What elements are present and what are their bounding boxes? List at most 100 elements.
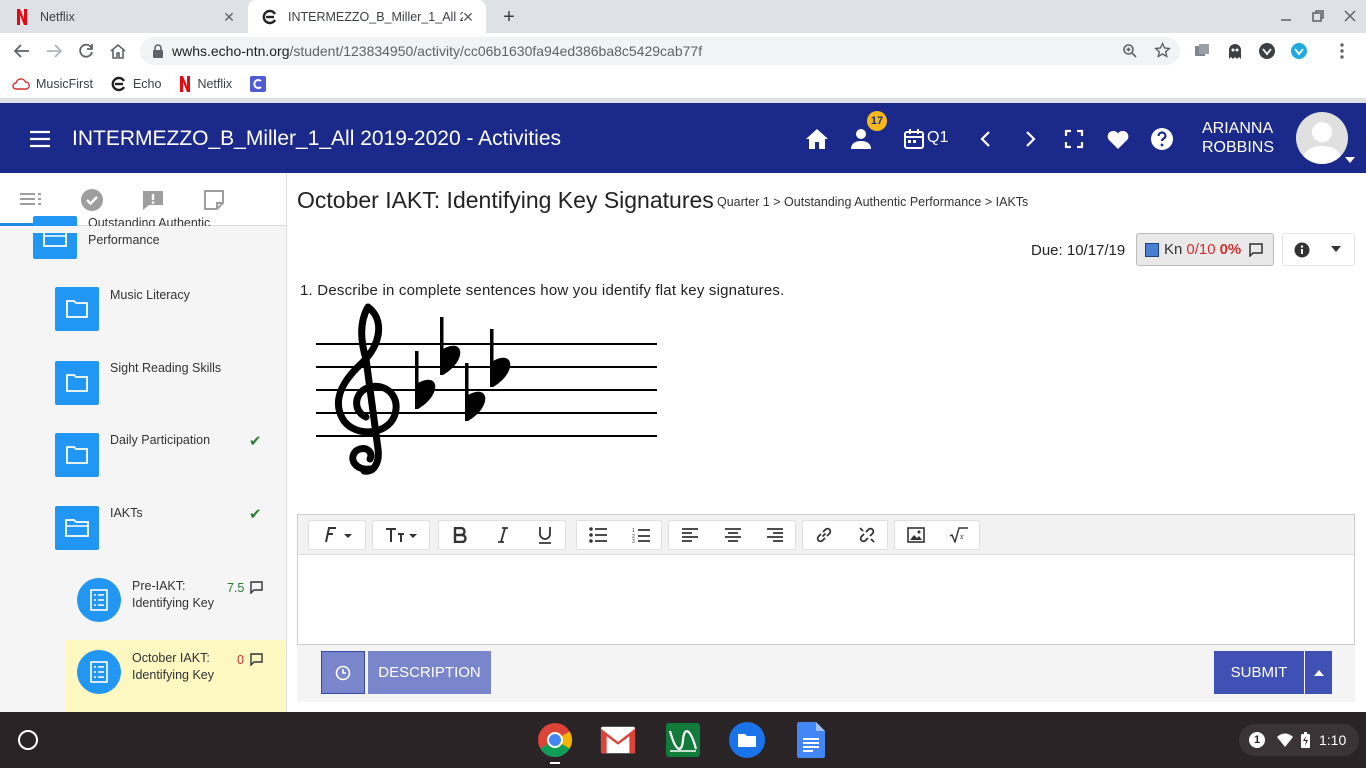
tab-alerts[interactable] — [138, 185, 168, 215]
desmos-icon[interactable] — [665, 722, 701, 758]
chevron-left-icon[interactable] — [974, 127, 998, 151]
close-window-icon[interactable] — [1340, 6, 1360, 26]
activity-icon[interactable] — [77, 578, 121, 622]
avatar[interactable] — [1296, 112, 1348, 164]
comment-icon[interactable] — [1249, 242, 1263, 257]
description-button[interactable]: DESCRIPTION — [368, 651, 491, 694]
new-tab-button[interactable]: + — [498, 6, 520, 28]
numbered-list-icon[interactable]: 123 — [620, 521, 662, 549]
gmail-icon[interactable] — [600, 722, 636, 758]
bullet-list-icon[interactable] — [577, 521, 619, 549]
shield-icon[interactable] — [1258, 42, 1276, 60]
reload-icon[interactable] — [74, 39, 98, 63]
close-icon[interactable]: ✕ — [221, 9, 237, 25]
bold-icon[interactable] — [439, 521, 481, 549]
key-signature-image — [316, 299, 658, 475]
folder-icon[interactable] — [55, 361, 99, 405]
period-label[interactable]: Q1 — [927, 129, 948, 147]
folder-open-icon[interactable] — [55, 506, 99, 550]
zoom-icon[interactable] — [1122, 43, 1138, 59]
info-icon[interactable] — [1294, 242, 1310, 258]
bookmark-c[interactable] — [250, 75, 267, 92]
launcher-button[interactable] — [18, 730, 38, 750]
sidebar-item-daily-participation[interactable]: Daily Participation — [110, 432, 210, 449]
image-icon[interactable] — [895, 521, 937, 549]
fullscreen-icon[interactable] — [1062, 127, 1086, 151]
font-size-dropdown[interactable] — [372, 520, 430, 550]
bookmark-netflix[interactable]: Netflix — [179, 75, 233, 92]
info-dropdown[interactable] — [1282, 233, 1355, 266]
align-center-icon[interactable] — [712, 521, 754, 549]
folder-icon[interactable] — [33, 216, 77, 259]
docs-icon[interactable] — [793, 722, 829, 758]
files-icon[interactable] — [729, 722, 765, 758]
sidebar-item-music-literacy[interactable]: Music Literacy — [110, 287, 190, 304]
font-icon[interactable] — [315, 521, 361, 549]
status-tray[interactable]: 1 1:10 — [1239, 724, 1359, 756]
star-icon[interactable] — [1154, 42, 1171, 59]
tab-notes[interactable] — [199, 185, 229, 215]
chrome-icon[interactable] — [537, 722, 573, 758]
tab-netflix[interactable]: Netflix ✕ — [0, 0, 247, 33]
restore-icon[interactable] — [1308, 6, 1328, 26]
close-icon[interactable]: ✕ — [460, 9, 476, 25]
chevron-right-icon[interactable] — [1018, 127, 1042, 151]
bookmark-echo[interactable]: Echo — [111, 76, 162, 92]
minimize-icon[interactable] — [1276, 6, 1296, 26]
menu-icon[interactable] — [1334, 41, 1350, 61]
tab-title: Netflix — [40, 9, 75, 24]
italic-icon[interactable] — [482, 521, 524, 549]
caret-down-icon[interactable] — [1331, 246, 1341, 252]
heart-icon[interactable] — [1106, 127, 1130, 151]
tab-completed[interactable] — [77, 185, 107, 215]
extension-icon[interactable] — [1194, 43, 1210, 59]
forward-icon[interactable] — [42, 39, 66, 63]
tab-title: INTERMEZZO_B_Miller_1_All 201 — [288, 9, 463, 24]
unlink-icon[interactable] — [846, 521, 888, 549]
math-icon[interactable]: x — [938, 521, 980, 549]
user-first-name: ARIANNA — [1202, 120, 1274, 137]
tab-intermezzo[interactable]: INTERMEZZO_B_Miller_1_All 201 ✕ — [248, 0, 486, 33]
activity-pre-iakt[interactable]: Pre-IAKT: Identifying Key — [132, 578, 222, 612]
align-left-icon[interactable] — [669, 521, 711, 549]
address-bar[interactable]: wwhs.echo-ntn.org/student/123834950/acti… — [140, 37, 1180, 65]
vpn-icon[interactable] — [1290, 42, 1308, 60]
folder-icon[interactable] — [55, 433, 99, 477]
submit-button[interactable]: SUBMIT — [1214, 651, 1304, 694]
help-icon[interactable] — [1150, 127, 1174, 151]
home-icon[interactable] — [106, 39, 130, 63]
activity-icon[interactable] — [77, 650, 121, 694]
caret-down-icon[interactable] — [1344, 156, 1356, 164]
history-button[interactable] — [321, 651, 365, 694]
bookmark-label: Netflix — [197, 76, 233, 91]
comment-icon[interactable] — [250, 653, 263, 666]
back-icon[interactable] — [10, 39, 34, 63]
app-header: INTERMEZZO_B_Miller_1_All 2019-2020 - Ac… — [0, 103, 1366, 173]
calendar-icon[interactable] — [902, 127, 926, 151]
answer-text-area[interactable] — [298, 555, 1354, 644]
lock-icon — [152, 44, 164, 58]
bookmark-musicfirst[interactable]: MusicFirst — [12, 77, 93, 91]
ghost-extension-icon[interactable] — [1226, 42, 1244, 60]
user-last-name: ROBBINS — [1202, 139, 1275, 156]
text-size-icon[interactable] — [379, 521, 425, 549]
home-icon[interactable] — [805, 127, 829, 151]
sidebar-item-sight-reading[interactable]: Sight Reading Skills — [110, 360, 221, 377]
activity-october-iakt[interactable]: October IAKT: Identifying Key — [132, 650, 222, 684]
user-name[interactable]: ARIANNA ROBBINS — [1202, 119, 1274, 157]
comment-icon[interactable] — [250, 581, 263, 594]
hamburger-icon[interactable] — [28, 127, 52, 151]
bookmark-label: MusicFirst — [36, 76, 93, 91]
person-icon[interactable] — [849, 127, 873, 151]
submit-options-button[interactable] — [1305, 651, 1332, 694]
score-box[interactable]: Kn 0/10 0% — [1136, 233, 1274, 266]
align-right-icon[interactable] — [754, 521, 796, 549]
underline-icon[interactable] — [524, 521, 566, 549]
bookmark-label: Echo — [132, 76, 162, 91]
link-icon[interactable] — [803, 521, 845, 549]
sidebar-item-iakts[interactable]: IAKTs — [110, 505, 143, 522]
folder-icon[interactable] — [55, 287, 99, 331]
font-family-dropdown[interactable] — [308, 520, 366, 550]
caret-up-icon — [1313, 669, 1324, 676]
tab-list[interactable] — [16, 185, 46, 215]
